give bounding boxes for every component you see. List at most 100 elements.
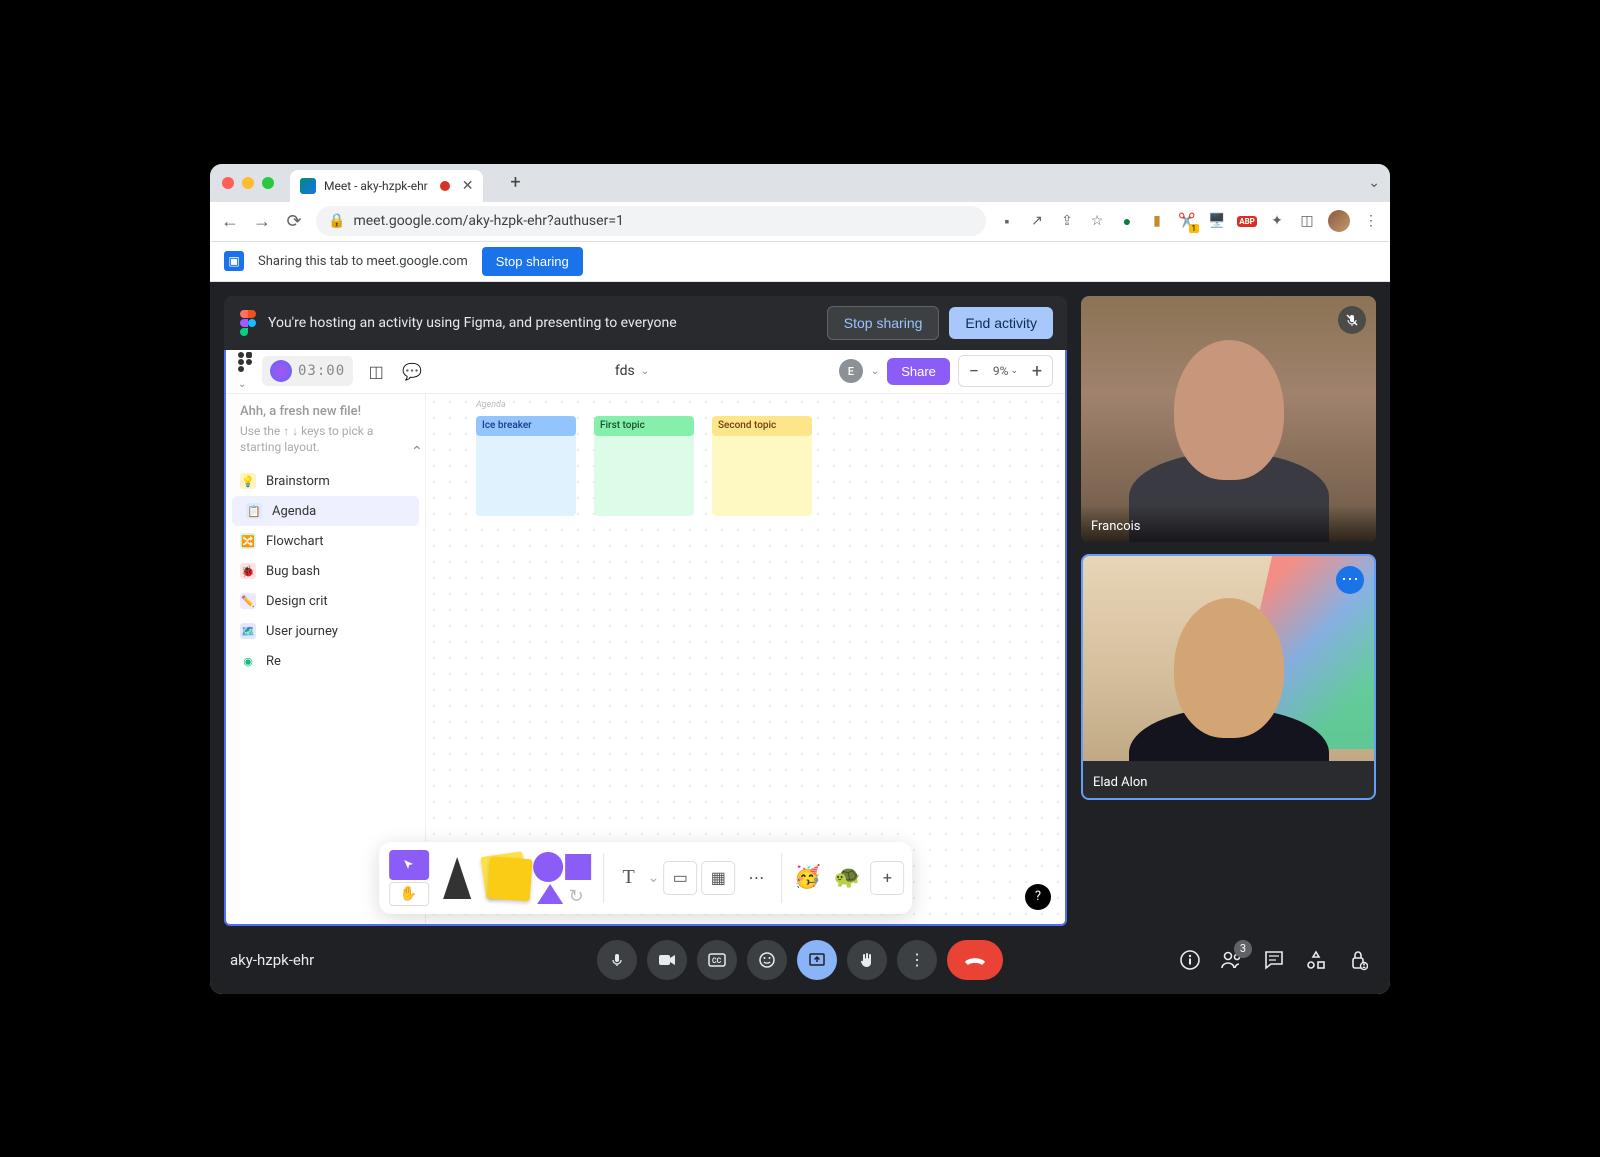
activity-stop-sharing-button[interactable]: Stop sharing [827,306,940,340]
present-screen-button[interactable] [797,940,837,980]
template-item-userjourney[interactable]: 🗺️ User journey [226,616,425,646]
mute-indicator-icon [1338,306,1366,334]
template-item-designcrit[interactable]: ✏️ Design crit [226,586,425,616]
minimize-window-icon[interactable] [242,177,254,189]
template-item-agenda[interactable]: 📋 Agenda [232,496,419,526]
raise-hand-button[interactable] [847,940,887,980]
address-bar[interactable]: 🔒 meet.google.com/aky-hzpk-ehr?authuser=… [316,206,986,236]
activity-banner: You're hosting an activity using Figma, … [224,296,1067,350]
people-panel-button[interactable]: 3 [1220,948,1244,972]
figjam-top-toolbar: ⌄ 03:00 ◫ 💬 fds ⌄ [226,350,1065,394]
figjam-comment-button[interactable]: 💬 [399,358,425,384]
activities-button[interactable] [1304,948,1328,972]
extension-folder-icon[interactable]: ▮ [1148,212,1166,230]
sticky-note-tool-button[interactable] [483,850,527,906]
hangup-button[interactable] [947,940,1003,980]
section-tool-button[interactable]: ▭ [663,861,697,895]
flowchart-icon: 🔀 [240,533,256,549]
chat-panel-button[interactable] [1262,948,1286,972]
figjam-main-menu-button[interactable]: ⌄ [238,352,252,391]
figjam-shared-frame: ⌄ 03:00 ◫ 💬 fds ⌄ [224,350,1067,926]
presence-caret-icon[interactable]: ⌄ [871,366,879,377]
video-tile-name: Francois [1081,505,1376,542]
sharing-banner-text: Sharing this tab to meet.google.com [258,254,468,269]
extensions-puzzle-icon[interactable]: ✦ [1268,212,1286,230]
figjam-share-button[interactable]: Share [887,358,950,385]
extension-scissors-icon[interactable]: ✂️ [1178,212,1196,230]
shape-tool-button[interactable]: ↻ [531,850,595,906]
meeting-details-button[interactable] [1178,948,1202,972]
camera-indicator-icon[interactable]: ▪ [998,212,1016,230]
more-options-button[interactable]: ⋮ [897,940,937,980]
tab-close-button[interactable]: ✕ [462,178,474,194]
zoom-in-button[interactable]: + [1024,358,1050,384]
template-panel-close-button[interactable]: ⌃ [411,444,423,460]
tabs-dropdown-button[interactable]: ⌄ [1368,175,1380,191]
marker-icon [443,857,471,899]
canvas-column-second-topic[interactable]: Second topic [712,416,812,516]
end-activity-button[interactable]: End activity [949,307,1053,339]
template-subtext: Use the ↑ ↓ keys to pick a starting layo… [226,423,425,467]
share-icon[interactable]: ⇪ [1058,212,1076,230]
pointer-tool-button[interactable] [389,850,429,880]
canvas-column-icebreaker[interactable]: Ice breaker [476,416,576,516]
back-button[interactable]: ← [220,211,240,231]
zoom-out-button[interactable]: − [961,358,987,384]
userjourney-icon: 🗺️ [240,623,256,639]
figjam-help-button[interactable]: ? [1025,884,1051,910]
tile-more-button[interactable]: ⋯ [1336,566,1364,594]
meet-body: You're hosting an activity using Figma, … [210,282,1390,994]
activity-banner-text: You're hosting an activity using Figma, … [268,315,817,331]
chrome-menu-button[interactable]: ⋮ [1362,212,1380,230]
extension-green-icon[interactable]: ● [1118,212,1136,230]
extension-screen-icon[interactable]: 🖥️ [1208,212,1226,230]
filename-caret-icon[interactable]: ⌄ [641,366,649,377]
abp-extension-icon[interactable]: ABP [1238,212,1256,230]
sticker-1-button[interactable]: 🥳 [790,861,824,895]
more-tools-button[interactable]: ⋯ [739,861,773,895]
template-item-flowchart[interactable]: 🔀 Flowchart [226,526,425,556]
stop-sharing-button[interactable]: Stop sharing [482,247,583,276]
text-tool-button[interactable]: T [612,861,646,895]
figma-logo-icon [238,313,258,333]
open-external-icon[interactable]: ↗ [1028,212,1046,230]
add-sticker-button[interactable]: + [870,861,904,895]
figjam-filename[interactable]: fds [615,363,635,379]
bookmark-star-icon[interactable]: ☆ [1088,212,1106,230]
marker-tool-button[interactable] [435,850,479,906]
figjam-tool-dock: ✋ ↻ [379,842,913,914]
maximize-window-icon[interactable] [262,177,274,189]
agenda-icon: 📋 [246,503,262,519]
browser-tab[interactable]: Meet - aky-hzpk-ehr ✕ [290,170,483,202]
canvas-column-first-topic[interactable]: First topic [594,416,694,516]
forward-button[interactable]: → [252,211,272,231]
sticker-2-button[interactable]: 🐢 [830,861,864,895]
camera-toggle-button[interactable] [647,940,687,980]
captions-button[interactable]: CC [697,940,737,980]
toolbar-row: ← → ⟳ 🔒 meet.google.com/aky-hzpk-ehr?aut… [210,202,1390,242]
video-tile-francois[interactable]: Francois [1081,296,1376,542]
video-tile-elad[interactable]: ⋯ Elad Alon [1081,554,1376,800]
template-item-bugbash[interactable]: 🐞 Bug bash [226,556,425,586]
designcrit-icon: ✏️ [240,593,256,609]
figjam-view-toggle-button[interactable]: ◫ [363,358,389,384]
host-controls-button[interactable] [1346,948,1370,972]
new-tab-button[interactable]: + [501,169,529,197]
shapes-icon: ↻ [533,852,593,904]
reactions-button[interactable] [747,940,787,980]
reload-button[interactable]: ⟳ [284,211,304,231]
tab-title: Meet - aky-hzpk-ehr [324,179,428,193]
table-tool-button[interactable]: ▦ [701,861,735,895]
hand-tool-button[interactable]: ✋ [389,882,429,906]
side-panel-icon[interactable]: ◫ [1298,212,1316,230]
template-item-brainstorm[interactable]: 💡 Brainstorm [226,466,425,496]
close-window-icon[interactable] [222,177,234,189]
figjam-timer[interactable]: 03:00 [262,356,353,386]
text-tool-caret-icon[interactable]: ⌄ [648,870,660,886]
window-traffic-lights[interactable] [222,177,282,189]
presence-avatar[interactable]: E [839,359,863,383]
profile-avatar[interactable] [1328,210,1350,232]
mic-toggle-button[interactable] [597,940,637,980]
zoom-level[interactable]: 9% ⌄ [989,364,1022,378]
template-item-more[interactable]: ◉ Re [226,646,425,676]
